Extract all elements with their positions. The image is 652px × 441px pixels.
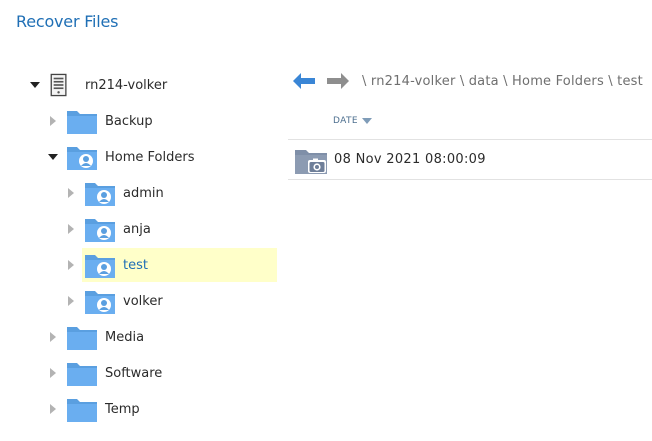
page-title: Recover Files: [16, 12, 119, 31]
folder-icon: [67, 327, 97, 350]
tree-node-label: admin: [123, 185, 164, 201]
folder-icon: [67, 399, 97, 422]
tree-node-label: rn214-volker: [85, 77, 168, 93]
back-arrow-icon[interactable]: [290, 70, 318, 92]
expand-arrow-icon[interactable]: [66, 296, 76, 306]
tree-node-software[interactable]: Software: [48, 356, 162, 390]
collapse-arrow-icon[interactable]: [48, 152, 58, 162]
expand-arrow-icon[interactable]: [66, 260, 76, 270]
tree-node-admin[interactable]: admin: [66, 176, 164, 210]
tree-node-home-folders[interactable]: Home Folders: [48, 140, 194, 174]
user-folder-icon: [85, 291, 115, 314]
tree-node-anja[interactable]: anja: [66, 212, 151, 246]
snapshot-date: 08 Nov 2021 08:00:09: [334, 152, 486, 167]
tree-node-label: Home Folders: [105, 149, 195, 165]
user-folder-icon: [67, 147, 97, 170]
tree-node-label: Temp: [105, 401, 140, 417]
tree-node-label: anja: [123, 221, 151, 237]
folder-icon: [67, 111, 97, 134]
sort-desc-icon: [362, 118, 373, 124]
forward-arrow-icon[interactable]: [324, 70, 352, 92]
column-label: DATE: [333, 116, 359, 126]
tree-node-test[interactable]: test: [68, 248, 277, 282]
tree-node-label: Software: [105, 365, 163, 381]
tree-node-backup[interactable]: Backup: [48, 104, 153, 138]
folder-icon: [67, 363, 97, 386]
tree-node-temp[interactable]: Temp: [48, 392, 140, 426]
tree-node-label: Media: [105, 329, 145, 345]
tree-node-media[interactable]: Media: [48, 320, 144, 354]
tree-node-label: volker: [123, 293, 163, 309]
table-header: DATE: [288, 104, 652, 140]
collapse-arrow-icon[interactable]: [30, 80, 40, 90]
expand-arrow-icon[interactable]: [48, 332, 58, 342]
nav-bar: \ rn214-volker \ data \ Home Folders \ t…: [290, 66, 643, 96]
tree-node-volker[interactable]: volker: [66, 284, 163, 318]
breadcrumb: \ rn214-volker \ data \ Home Folders \ t…: [362, 73, 643, 89]
expand-arrow-icon[interactable]: [48, 116, 58, 126]
date-column-header[interactable]: DATE: [333, 116, 373, 126]
table-row[interactable]: 08 Nov 2021 08:00:09: [288, 140, 652, 180]
user-folder-icon: [85, 183, 115, 206]
expand-arrow-icon[interactable]: [66, 224, 76, 234]
tree-node-label: Backup: [105, 113, 153, 129]
expand-arrow-icon[interactable]: [48, 404, 58, 414]
tree-node-label: test: [123, 257, 148, 273]
expand-arrow-icon[interactable]: [48, 368, 58, 378]
user-folder-icon: [85, 219, 115, 242]
snapshot-folder-icon: [295, 149, 327, 174]
server-icon: [50, 73, 67, 97]
expand-arrow-icon[interactable]: [66, 188, 76, 198]
tree-node-root[interactable]: rn214-volker: [30, 68, 167, 102]
user-folder-icon: [85, 255, 115, 278]
